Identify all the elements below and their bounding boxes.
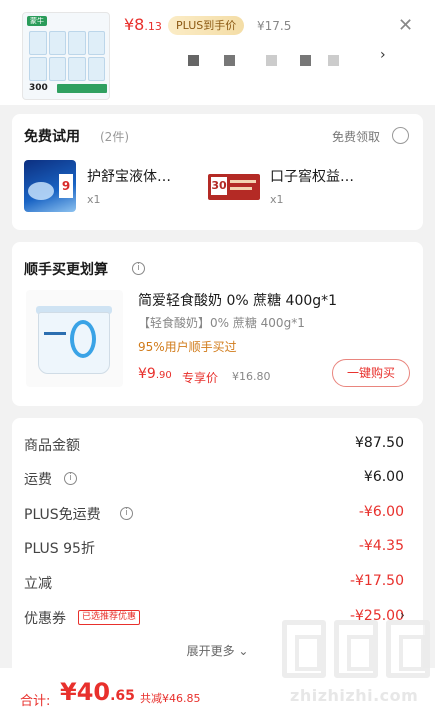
- info-icon[interactable]: i: [120, 507, 133, 520]
- trial-item-qty-1: x1: [87, 193, 101, 206]
- product-image-strip: [57, 84, 107, 93]
- addon-product-subtitle: 【轻食酸奶】0% 蔗糖 400g*1: [138, 316, 305, 330]
- total-label: 合计:: [20, 694, 51, 709]
- chevron-right-icon[interactable]: ›: [400, 608, 405, 622]
- expand-more-button[interactable]: 展开更多 ⌄: [12, 642, 423, 659]
- addon-product-image[interactable]: [26, 290, 123, 387]
- addon-product-name[interactable]: 简爱轻食酸奶 0% 蔗糖 400g*1: [138, 290, 337, 310]
- total-amount: ¥40.65: [60, 678, 135, 706]
- brand-badge: 蒙牛: [27, 16, 47, 26]
- info-icon[interactable]: i: [132, 262, 145, 275]
- summary-row-plus-free-shipping: PLUS免运费 i -¥6.00: [24, 504, 404, 523]
- summary-row-plus-discount: PLUS 95折 -¥4.35: [24, 538, 404, 557]
- close-icon[interactable]: ✕: [398, 16, 413, 36]
- one-click-buy-button[interactable]: 一键购买: [332, 359, 410, 387]
- free-trial-count: (2件): [100, 130, 129, 144]
- summary-row-coupon[interactable]: 优惠券 已选推荐优惠 -¥25.00: [24, 608, 404, 630]
- addon-price: ¥9.90: [138, 366, 172, 382]
- total-bar: 合计: ¥40.65 共减¥46.85: [0, 668, 435, 720]
- summary-row-goods: 商品金额 ¥87.50: [24, 435, 404, 454]
- price-summary-card: 商品金额 ¥87.50 运费 i ¥6.00 PLUS免运费 i -¥6.00 …: [12, 418, 423, 668]
- trial-item-name-2[interactable]: 口子窖权益…: [270, 166, 354, 186]
- free-claim-radio[interactable]: [392, 127, 409, 144]
- info-icon[interactable]: i: [64, 472, 77, 485]
- product-image-count: 300: [29, 83, 48, 93]
- free-claim-label[interactable]: 免费领取: [332, 128, 380, 145]
- product-header: 蒙牛 300 ¥8.13 PLUS到手价 ¥17.5 ✕ ›: [0, 0, 435, 105]
- trial-item-qty-2: x1: [270, 193, 284, 206]
- trial-item-image-1[interactable]: 9: [24, 160, 76, 212]
- trial-item-name-1[interactable]: 护舒宝液体…: [87, 166, 171, 186]
- plus-price-badge: PLUS到手价: [168, 16, 245, 35]
- summary-row-instant-discount: 立减 -¥17.50: [24, 573, 404, 592]
- free-trial-card: 免费试用 (2件) 免费领取 9 护舒宝液体… x1 30 口子窖权益… x1: [12, 114, 423, 230]
- addon-original-price: ¥16.80: [232, 370, 271, 383]
- addon-bought-note: 95%用户顺手买过: [138, 340, 237, 354]
- chevron-right-icon[interactable]: ›: [380, 47, 386, 63]
- coupon-selected-tag: 已选推荐优惠: [78, 610, 141, 625]
- total-saved: 共减¥46.85: [140, 692, 201, 705]
- trial-item-image-2[interactable]: 30: [208, 160, 260, 212]
- free-trial-title: 免费试用: [24, 129, 80, 145]
- product-price: ¥8.13: [124, 15, 162, 34]
- product-image-cups: [29, 31, 105, 81]
- addon-price-tag: 专享价: [182, 371, 219, 385]
- product-original-price: ¥17.5: [257, 19, 292, 33]
- spec-selector-placeholder[interactable]: [186, 55, 356, 69]
- addon-title: 顺手买更划算: [24, 262, 108, 278]
- addon-card: 顺手买更划算 i 简爱轻食酸奶 0% 蔗糖 400g*1 【轻食酸奶】0% 蔗糖…: [12, 242, 423, 406]
- product-thumbnail[interactable]: 蒙牛 300: [22, 12, 110, 100]
- summary-row-shipping: 运费 i ¥6.00: [24, 469, 404, 488]
